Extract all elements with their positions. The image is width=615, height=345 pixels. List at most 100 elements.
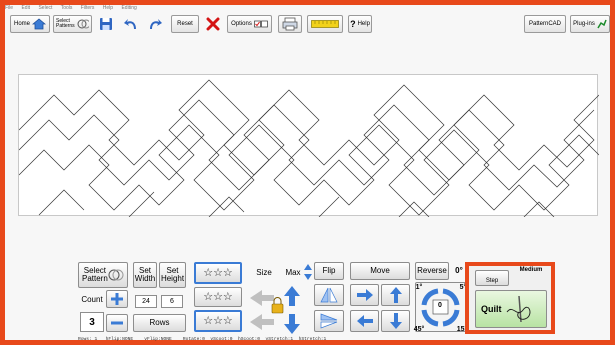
cancel-button[interactable]: [203, 15, 223, 33]
step-button[interactable]: Step: [475, 270, 509, 286]
set-height-line2: Height: [160, 274, 185, 283]
move-left-button[interactable]: [350, 310, 379, 332]
status-vflip: vFlip:NONE: [144, 337, 172, 342]
count-value: 3: [80, 312, 104, 332]
menu-select[interactable]: Select: [38, 5, 52, 11]
size-label: Size: [256, 268, 272, 277]
patterncad-button[interactable]: PatternCAD: [524, 15, 566, 33]
redo-icon: [150, 19, 162, 29]
move-down-button[interactable]: [381, 310, 410, 332]
toolbar: Home Select Patterns Reset Options ? Hel…: [10, 12, 610, 38]
star-align-row2[interactable]: ☆☆☆: [194, 287, 242, 307]
set-height-button[interactable]: Set Height: [159, 262, 186, 288]
menu-help[interactable]: Help: [103, 5, 113, 11]
plugin-icon: [597, 19, 607, 29]
pattern-stitch-lines: [18, 79, 600, 218]
arrow-up-icon: [389, 287, 402, 303]
status-bar: Rows: 1 hFlip:NONE vFlip:NONE Rotate:0 v…: [78, 336, 603, 343]
reset-label: Reset: [177, 21, 193, 27]
size-arrows-cluster[interactable]: [248, 286, 310, 334]
move-right-button[interactable]: [350, 284, 379, 306]
status-rows: Rows: 1: [78, 337, 98, 342]
width-field[interactable]: 24: [135, 295, 157, 308]
select-pattern-button[interactable]: Select Pattern: [78, 262, 128, 288]
checkbox-toggle-icon: [253, 20, 268, 27]
home-label: Home: [13, 21, 30, 27]
pattern-control-panel: Select Pattern Count 3 Set Width Set Hei…: [78, 262, 478, 336]
printer-icon: [282, 17, 298, 31]
plugins-label: Plug-ins: [573, 21, 595, 27]
rotate-value: 0: [438, 302, 442, 309]
home-button[interactable]: Home: [10, 15, 50, 33]
redo-button[interactable]: [145, 15, 165, 33]
arrow-right-icon: [356, 289, 373, 301]
menu-edit[interactable]: Edit: [21, 5, 30, 11]
quilt-pattern-preview: [18, 79, 600, 218]
move-button[interactable]: Move: [350, 262, 410, 280]
arrow-down-icon: [389, 313, 402, 329]
flip-horizontal-button[interactable]: [314, 284, 344, 306]
undo-button[interactable]: [121, 15, 141, 33]
flip-vertical-button[interactable]: [314, 310, 344, 332]
arrow-left-icon: [356, 315, 373, 327]
step-label: Step: [485, 278, 499, 284]
flip-horizontal-icon: [320, 287, 338, 303]
help-label: Help: [357, 21, 370, 27]
close-icon: [206, 17, 220, 31]
count-label: Count: [81, 295, 103, 304]
quilt-panel: Medium Step Quilt: [465, 262, 555, 334]
angle-0-label[interactable]: 0°: [452, 267, 466, 275]
count-decrease-button[interactable]: [106, 314, 128, 332]
star-icon: ☆☆☆: [203, 315, 233, 327]
count-increase-button[interactable]: [106, 290, 128, 308]
home-icon: [32, 18, 46, 30]
select-patterns-button[interactable]: Select Patterns: [53, 15, 92, 33]
save-button[interactable]: [96, 15, 116, 33]
star-align-row3[interactable]: ☆☆☆: [194, 310, 242, 332]
pattern-swirl-icon: [108, 269, 124, 281]
status-rotate: Rotate:0: [182, 337, 205, 342]
plugins-button[interactable]: Plug-ins: [570, 15, 610, 33]
save-icon: [100, 18, 112, 30]
set-width-line2: Width: [134, 274, 156, 283]
max-updown-icon[interactable]: [304, 264, 312, 280]
print-button[interactable]: [278, 15, 302, 33]
pattern-swirl-icon: [77, 19, 89, 29]
menu-file[interactable]: File: [5, 5, 13, 11]
undo-icon: [124, 19, 136, 29]
patterncad-label: PatternCAD: [528, 21, 561, 27]
minus-icon: [111, 321, 123, 325]
status-hscoot: hScoot:0: [237, 337, 261, 342]
speed-label: Medium: [519, 267, 543, 273]
star-icon: ☆☆☆: [203, 267, 233, 279]
move-up-button[interactable]: [381, 284, 410, 306]
angle-1-label[interactable]: 1°: [414, 284, 424, 292]
menu-tools[interactable]: Tools: [61, 5, 73, 11]
reset-button[interactable]: Reset: [171, 15, 199, 33]
status-hstretch: hStretch:1: [298, 337, 327, 342]
quilt-label: Quilt: [481, 304, 502, 314]
options-label: Options: [231, 21, 252, 27]
help-button[interactable]: ? Help: [348, 15, 372, 33]
angle-45-label[interactable]: 45°: [412, 326, 426, 334]
height-field[interactable]: 6: [161, 295, 183, 308]
rows-button[interactable]: Rows: [133, 314, 186, 332]
set-width-button[interactable]: Set Width: [133, 262, 157, 288]
reverse-button[interactable]: Reverse: [415, 262, 449, 280]
flip-button[interactable]: Flip: [314, 262, 344, 280]
select-patterns-line2: Patterns: [56, 23, 75, 29]
quilt-button[interactable]: Quilt: [475, 290, 547, 328]
ruler-icon: [311, 20, 339, 28]
select-pattern-line2: Pattern: [82, 274, 108, 283]
status-vscoot: vScoot:0: [210, 337, 233, 342]
pattern-canvas[interactable]: [18, 74, 600, 218]
star-align-row1[interactable]: ☆☆☆: [194, 262, 242, 284]
star-icon: ☆☆☆: [203, 291, 233, 303]
options-button[interactable]: Options: [227, 15, 272, 33]
needle-thread-icon: [506, 295, 530, 323]
ruler-button[interactable]: [307, 15, 343, 33]
help-icon: ?: [350, 19, 356, 29]
menu-editing[interactable]: Editing: [121, 5, 136, 11]
menu-filters[interactable]: Filters: [81, 5, 95, 11]
status-vstretch: vStretch:1: [265, 337, 294, 342]
